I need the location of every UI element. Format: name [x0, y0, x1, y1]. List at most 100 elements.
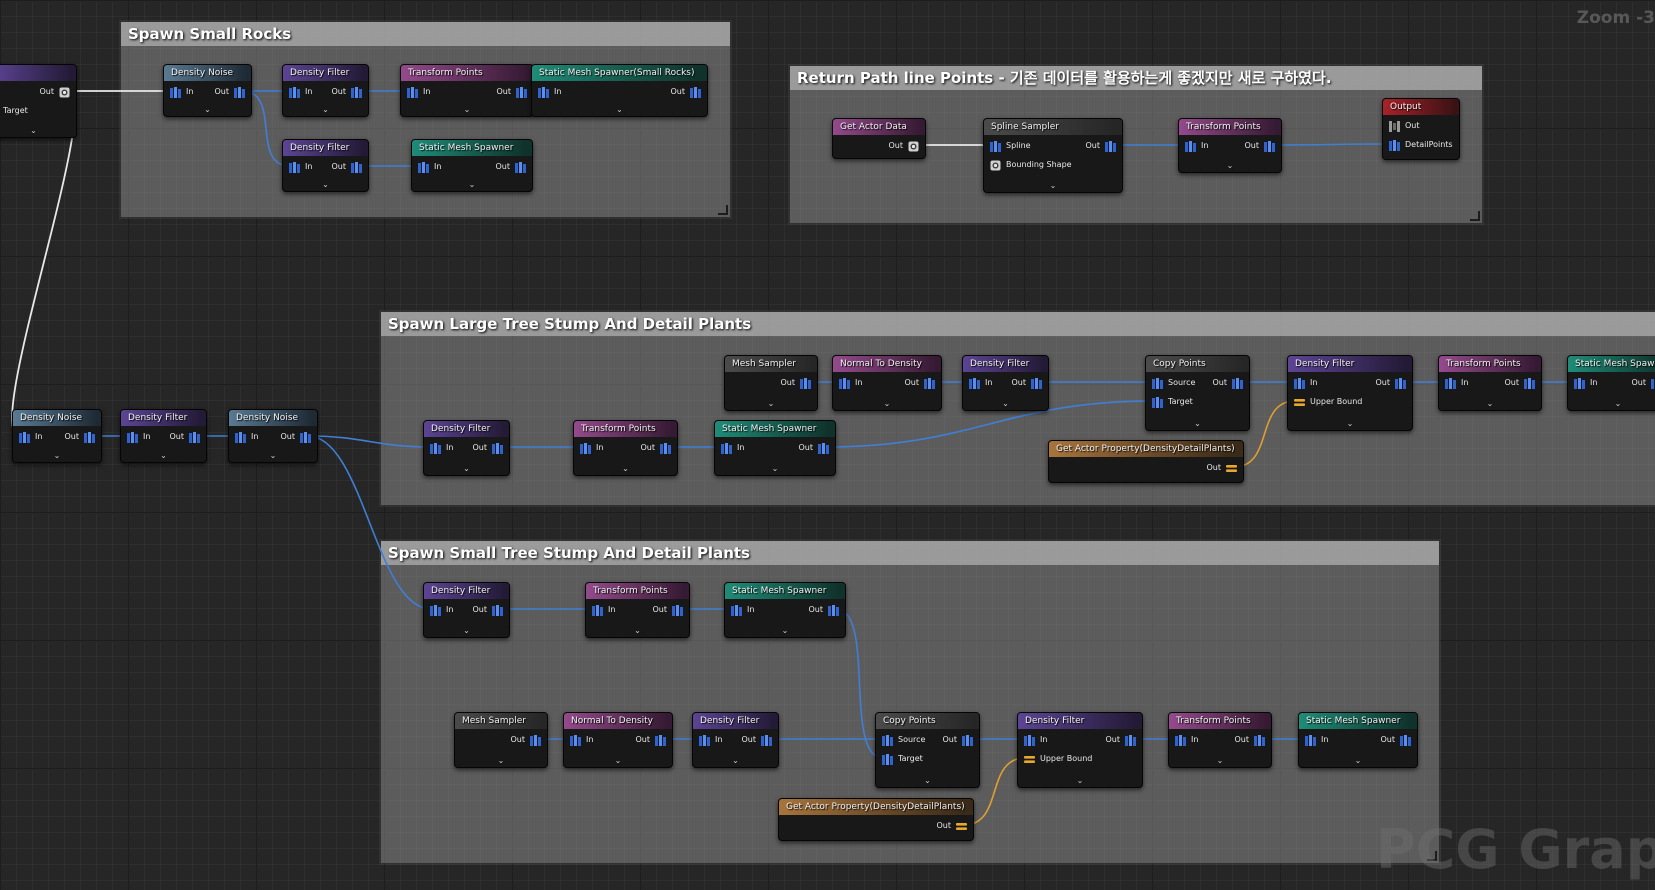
- output-pin-out[interactable]: Out: [936, 820, 967, 832]
- node-density-filter[interactable]: Density Filter In Out ⌄: [282, 64, 369, 117]
- expand-chevron-icon[interactable]: ⌄: [204, 105, 211, 115]
- node-static-mesh-spawner[interactable]: Static Mesh Spawner In Out ⌄: [1298, 712, 1418, 768]
- output-pin-out[interactable]: Out: [331, 86, 362, 98]
- expand-chevron-icon[interactable]: ⌄: [1050, 181, 1057, 191]
- pcg-graph-canvas[interactable]: Spawn Small Rocks Return Path line Points…: [0, 0, 1655, 890]
- expand-chevron-icon[interactable]: ⌄: [463, 626, 470, 636]
- input-pin-in[interactable]: In: [170, 86, 193, 98]
- comment-title[interactable]: Return Path line Points - 기존 데이터를 활용하는게 …: [790, 66, 1482, 90]
- node-transform-points[interactable]: Transform Points In Out ⌄: [1168, 712, 1272, 768]
- input-pin-in[interactable]: In: [538, 86, 561, 98]
- output-pin-out[interactable]: Out: [741, 734, 772, 746]
- output-pin-out[interactable]: Out: [904, 377, 935, 389]
- input-pin-in[interactable]: In: [127, 431, 150, 443]
- expand-chevron-icon[interactable]: ⌄: [322, 180, 329, 190]
- input-pin-in[interactable]: In: [235, 431, 258, 443]
- expand-chevron-icon[interactable]: ⌄: [1615, 399, 1622, 409]
- node-density-filter[interactable]: Density Filter In Out ⌄: [962, 355, 1049, 411]
- input-pin-out[interactable]: Out: [1389, 120, 1420, 132]
- node-mesh-sampler[interactable]: Mesh Sampler Out ⌄: [454, 712, 548, 768]
- expand-chevron-icon[interactable]: ⌄: [772, 464, 779, 474]
- expand-chevron-icon[interactable]: ⌄: [1487, 399, 1494, 409]
- input-pin-target[interactable]: Target: [1152, 396, 1193, 408]
- output-pin-out[interactable]: Out: [496, 86, 527, 98]
- node-get-actor-property[interactable]: Get Actor Property(DensityDetailPlants) O…: [778, 798, 974, 841]
- output-pin-out[interactable]: Out: [169, 431, 200, 443]
- node-density-filter[interactable]: Density Filter In Out ⌄: [282, 139, 369, 192]
- expand-chevron-icon[interactable]: ⌄: [615, 756, 622, 766]
- output-pin-out[interactable]: Out: [472, 604, 503, 616]
- node-density-noise[interactable]: Density Noise In Out ⌄: [12, 409, 102, 463]
- output-pin-out[interactable]: Out: [1375, 377, 1406, 389]
- input-pin-in[interactable]: In: [1305, 734, 1328, 746]
- node-copy-points[interactable]: Copy Points Source Out Target ⌄: [1145, 355, 1250, 431]
- input-pin-target[interactable]: Target: [882, 753, 923, 765]
- expand-chevron-icon[interactable]: ⌄: [1194, 419, 1201, 429]
- node-mesh-sampler[interactable]: Mesh Sampler Out ⌄: [724, 355, 818, 411]
- expand-chevron-icon[interactable]: ⌄: [469, 180, 476, 190]
- node-copy-points[interactable]: Copy Points Source Out Target ⌄: [875, 712, 980, 788]
- expand-chevron-icon[interactable]: ⌄: [1227, 161, 1234, 171]
- output-pin-out[interactable]: Out: [1212, 377, 1243, 389]
- expand-chevron-icon[interactable]: ⌄: [160, 451, 167, 461]
- input-pin-in[interactable]: In: [1175, 734, 1198, 746]
- expand-chevron-icon[interactable]: ⌄: [634, 626, 641, 636]
- input-pin-in[interactable]: In: [592, 604, 615, 616]
- input-pin-in[interactable]: In: [969, 377, 992, 389]
- output-pin-out[interactable]: Out: [472, 442, 503, 454]
- expand-chevron-icon[interactable]: ⌄: [1355, 756, 1362, 766]
- expand-chevron-icon[interactable]: ⌄: [1077, 776, 1084, 786]
- node-static-mesh-spawner[interactable]: Static Mesh Spawner In Out ⌄: [724, 582, 846, 638]
- expand-chevron-icon[interactable]: ⌄: [322, 105, 329, 115]
- expand-chevron-icon[interactable]: ⌄: [884, 399, 891, 409]
- input-pin-in[interactable]: In: [839, 377, 862, 389]
- node-spline-sampler[interactable]: Spline Sampler Spline Out Bounding Shape ⌄: [983, 118, 1123, 193]
- expand-chevron-icon[interactable]: ⌄: [1217, 756, 1224, 766]
- input-pin-in[interactable]: In: [1185, 140, 1208, 152]
- expand-chevron-icon[interactable]: ⌄: [1002, 399, 1009, 409]
- comment-title[interactable]: Spawn Small Tree Stump And Detail Plants: [381, 541, 1439, 565]
- output-pin-out[interactable]: Out: [798, 442, 829, 454]
- node-output[interactable]: Output Out DetailPoints: [1382, 98, 1460, 160]
- expand-chevron-icon[interactable]: ⌄: [622, 464, 629, 474]
- node-density-filter[interactable]: Density Filter In Out ⌄: [423, 582, 510, 638]
- input-pin-in[interactable]: In: [721, 442, 744, 454]
- expand-chevron-icon[interactable]: ⌄: [464, 105, 471, 115]
- comment-title[interactable]: Spawn Small Rocks: [121, 22, 730, 46]
- output-pin-out[interactable]: Out: [635, 734, 666, 746]
- input-pin-in[interactable]: In: [1294, 377, 1317, 389]
- node-density-noise[interactable]: Density Noise In Out ⌄: [228, 409, 318, 463]
- node-static-mesh-spawner[interactable]: Static Mesh Spawner In Out ⌄: [1567, 355, 1655, 411]
- input-pin-in[interactable]: In: [430, 442, 453, 454]
- input-pin-in[interactable]: In: [1574, 377, 1597, 389]
- input-pin-in[interactable]: In: [570, 734, 593, 746]
- output-pin-out[interactable]: Out: [640, 442, 671, 454]
- output-pin-out[interactable]: Out: [214, 86, 245, 98]
- output-pin-out[interactable]: Out: [510, 734, 541, 746]
- expand-chevron-icon[interactable]: ⌄: [732, 756, 739, 766]
- node-graph-input[interactable]: Out Target ⌄: [0, 64, 77, 138]
- output-pin-out[interactable]: Out: [1085, 140, 1116, 152]
- output-pin-out[interactable]: Out: [1011, 377, 1042, 389]
- expand-chevron-icon[interactable]: ⌄: [463, 464, 470, 474]
- node-get-actor-property[interactable]: Get Actor Property(DensityDetailPlants) O…: [1048, 440, 1244, 483]
- input-pin-bounding-shape[interactable]: Bounding Shape: [990, 159, 1072, 171]
- output-pin-out[interactable]: Out: [495, 161, 526, 173]
- output-pin-out[interactable]: Out: [670, 86, 701, 98]
- expand-chevron-icon[interactable]: ⌄: [54, 451, 61, 461]
- input-pin-in[interactable]: In: [430, 604, 453, 616]
- output-pin-out[interactable]: Out: [1234, 734, 1265, 746]
- input-pin-in[interactable]: In: [19, 431, 42, 443]
- node-transform-points[interactable]: Transform Points In Out ⌄: [1178, 118, 1282, 173]
- output-pin-out[interactable]: Out: [280, 431, 311, 443]
- output-pin-out[interactable]: Out: [1504, 377, 1535, 389]
- output-pin-out[interactable]: Out: [888, 140, 919, 152]
- node-get-actor-data[interactable]: Get Actor Data Out: [832, 118, 926, 159]
- node-density-filter[interactable]: Density Filter In Out Upper Bound ⌄: [1017, 712, 1143, 788]
- node-density-filter[interactable]: Density Filter In Out ⌄: [692, 712, 779, 768]
- wire-actor[interactable]: [11, 90, 76, 437]
- input-pin-in[interactable]: In: [289, 161, 312, 173]
- node-density-noise[interactable]: Density Noise In Out ⌄: [163, 64, 252, 117]
- node-transform-points[interactable]: Transform Points In Out ⌄: [400, 64, 534, 117]
- input-pin-upper-bound[interactable]: Upper Bound: [1294, 396, 1362, 408]
